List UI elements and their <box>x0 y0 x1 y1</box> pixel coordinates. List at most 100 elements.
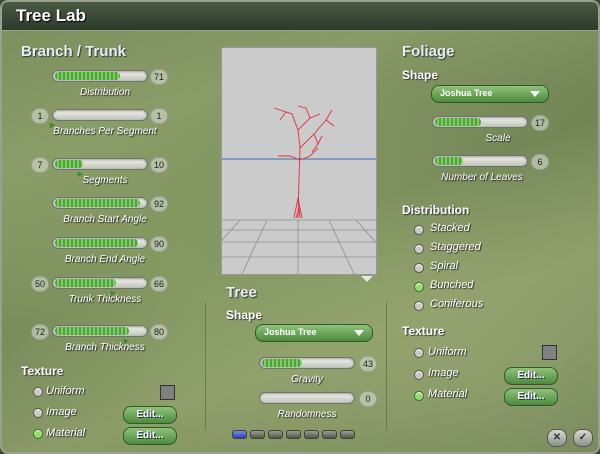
texture-heading-right: Texture <box>402 324 445 338</box>
texture-right-radio-material[interactable] <box>414 391 424 401</box>
texture-left-material-edit-button[interactable]: Edit... <box>123 427 177 445</box>
slider-value: 10 <box>150 157 168 173</box>
texture-left-label-uniform: Uniform <box>46 385 85 397</box>
tree-preview-viewport[interactable] <box>191 47 405 275</box>
page-dot[interactable] <box>232 430 247 439</box>
slider-label: Trunk Thickness <box>68 294 142 305</box>
distribution-label: Staggered <box>430 241 481 253</box>
distribution-radio[interactable] <box>414 282 424 292</box>
ok-button[interactable]: ✓ <box>573 429 593 447</box>
slider-min-value: 1 <box>31 108 49 124</box>
page-dot[interactable] <box>268 430 283 439</box>
randomness-label: Randomness <box>277 409 337 420</box>
tree-preview-svg <box>191 105 405 275</box>
page-dot[interactable] <box>286 430 301 439</box>
ground-grid <box>191 219 405 275</box>
scale-slider[interactable] <box>432 116 528 128</box>
gravity-value: 43 <box>359 356 377 372</box>
branch-trunk-heading: Branch / Trunk <box>21 43 127 60</box>
branch-slider[interactable] <box>52 325 148 337</box>
branch-slider[interactable] <box>52 109 148 121</box>
texture-right-radio-uniform[interactable] <box>414 348 424 358</box>
branch-slider[interactable] <box>52 158 148 170</box>
gravity-label: Gravity <box>291 374 323 385</box>
distribution-label: Coniferous <box>430 298 484 310</box>
texture-heading-left: Texture <box>21 364 64 378</box>
texture-left-radio-material[interactable] <box>33 429 43 439</box>
tree-shape-value: Joshua Tree <box>264 327 317 337</box>
window-title: Tree Lab <box>16 6 86 25</box>
leaves-slider-fill <box>435 157 463 165</box>
texture-left-radio-uniform[interactable] <box>33 387 43 397</box>
texture-left-image-edit-button[interactable]: Edit... <box>123 406 177 424</box>
close-icon: ✕ <box>552 432 562 443</box>
leaves-slider[interactable] <box>432 155 528 167</box>
distribution-label: Spiral <box>430 260 459 272</box>
branch-slider[interactable] <box>52 197 148 209</box>
title-bar: Tree Lab <box>2 2 598 31</box>
distribution-radio[interactable] <box>414 244 424 254</box>
chevron-down-icon <box>354 330 364 336</box>
texture-left-color-swatch[interactable] <box>160 385 175 400</box>
slider-label: Branch Thickness <box>65 342 145 353</box>
texture-left-label-material: Material <box>46 427 86 439</box>
preview-expand-icon[interactable] <box>361 276 373 282</box>
distribution-radio[interactable] <box>414 225 424 235</box>
center-divider-left <box>205 302 206 430</box>
slider-value: 66 <box>150 276 168 292</box>
gravity-slider[interactable] <box>259 357 355 369</box>
gravity-slider-fill <box>262 359 302 367</box>
randomness-value: 0 <box>359 391 377 407</box>
foliage-shape-value: Joshua Tree <box>440 88 493 98</box>
foliage-shape-label: Shape <box>402 68 439 82</box>
branch-slider[interactable] <box>52 237 148 249</box>
texture-left-radio-image[interactable] <box>33 408 43 418</box>
texture-right-label-uniform: Uniform <box>428 346 467 358</box>
slider-min-value: 7 <box>31 157 49 173</box>
slider-label: Branch Start Angle <box>63 214 147 225</box>
slider-label: Branch End Angle <box>64 254 146 265</box>
slider-value: 90 <box>150 236 168 252</box>
page-dot[interactable] <box>340 430 355 439</box>
slider-label: Distribution <box>79 87 131 98</box>
chevron-down-icon <box>530 91 540 97</box>
tree-shape-dropdown[interactable]: Joshua Tree <box>255 324 373 342</box>
slider-label: Branches Per Segment <box>53 126 157 137</box>
randomness-slider[interactable] <box>259 392 355 404</box>
slider-fill <box>55 160 83 168</box>
page-dot[interactable] <box>304 430 319 439</box>
slider-fill <box>55 327 129 335</box>
slider-fill <box>55 199 140 207</box>
foliage-heading: Foliage <box>402 43 455 60</box>
texture-right-image-edit-button[interactable]: Edit... <box>504 367 558 385</box>
slider-label: Segments <box>82 175 128 186</box>
slider-fill <box>55 239 138 247</box>
tree-lab-window: Tree Lab Branch / Trunk 71 Distribution 1 … <box>0 0 600 454</box>
slider-fill <box>55 72 120 80</box>
leaves-value: 6 <box>531 154 549 170</box>
slider-fill <box>55 279 116 287</box>
distribution-label: Stacked <box>430 222 470 234</box>
tree-wireframe <box>273 105 335 219</box>
distribution-radio[interactable] <box>414 263 424 273</box>
page-dot[interactable] <box>322 430 337 439</box>
tree-shape-label: Shape <box>226 308 263 322</box>
texture-right-material-edit-button[interactable]: Edit... <box>504 388 558 406</box>
page-dot[interactable] <box>250 430 265 439</box>
texture-right-radio-image[interactable] <box>414 370 424 380</box>
scale-value: 17 <box>531 115 549 131</box>
texture-right-label-material: Material <box>428 388 468 400</box>
tree-heading: Tree <box>226 284 257 301</box>
branch-slider[interactable] <box>52 277 148 289</box>
texture-right-color-swatch[interactable] <box>542 345 557 360</box>
cancel-button[interactable]: ✕ <box>547 429 567 447</box>
distribution-heading: Distribution <box>402 203 470 217</box>
branch-slider[interactable] <box>52 70 148 82</box>
slider-value: 80 <box>150 324 168 340</box>
foliage-shape-dropdown[interactable]: Joshua Tree <box>431 85 549 103</box>
scale-slider-fill <box>435 118 481 126</box>
check-icon: ✓ <box>578 432 588 443</box>
distribution-radio[interactable] <box>414 301 424 311</box>
texture-left-label-image: Image <box>46 406 77 418</box>
center-divider-right <box>386 302 387 430</box>
